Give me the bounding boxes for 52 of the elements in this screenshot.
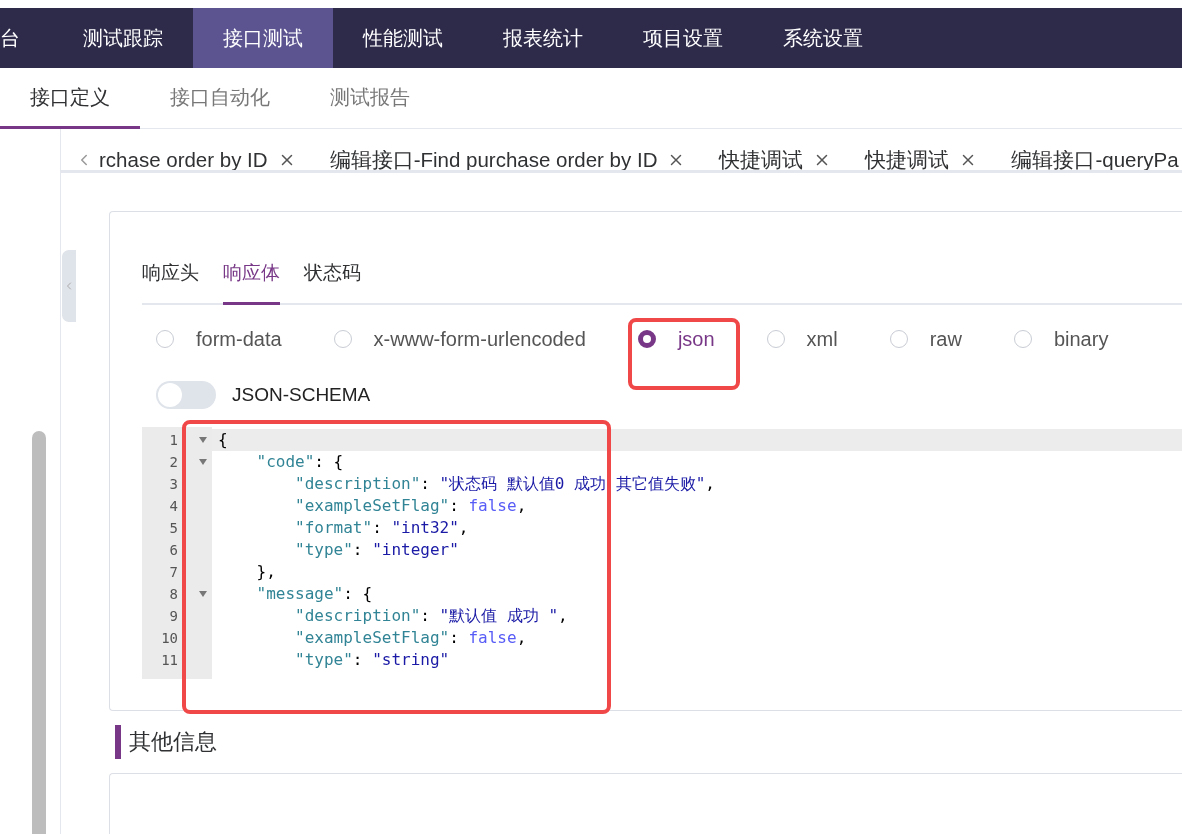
code-line: "type": "integer" bbox=[294, 539, 460, 561]
nav-tab[interactable]: 项目设置 bbox=[613, 8, 753, 68]
response-tab[interactable]: 响应体 bbox=[223, 256, 280, 305]
fold-icon[interactable] bbox=[198, 459, 208, 465]
fold-icon[interactable] bbox=[198, 437, 208, 443]
line-number: 3 bbox=[169, 476, 178, 492]
code-line: "exampleSetFlag": false, bbox=[294, 495, 528, 517]
nav-tab[interactable]: 台 bbox=[0, 8, 53, 68]
code-editor[interactable] bbox=[142, 427, 1182, 679]
radio-option[interactable]: x-www-form-urlencoded bbox=[333, 327, 586, 351]
line-number: 6 bbox=[169, 542, 178, 558]
code-line: "code": { bbox=[255, 451, 345, 473]
sub-nav-tab[interactable]: 接口定义 bbox=[0, 68, 140, 129]
line-number: 4 bbox=[169, 498, 178, 514]
radio-option[interactable]: binary bbox=[1013, 327, 1109, 351]
code-line: "type": "string" bbox=[294, 649, 451, 671]
toggle-switch[interactable] bbox=[156, 381, 216, 409]
section-marker bbox=[115, 725, 121, 759]
code-line: "message": { bbox=[255, 583, 374, 605]
nav-tab[interactable]: 报表统计 bbox=[473, 8, 613, 68]
radio-option[interactable]: xml bbox=[766, 327, 838, 351]
scrollbar[interactable] bbox=[32, 431, 46, 834]
editor-tab[interactable]: 快捷调试 bbox=[865, 150, 1012, 170]
line-number: 10 bbox=[161, 630, 178, 646]
code-line: "format": "int32", bbox=[294, 517, 470, 539]
radio-option[interactable]: raw bbox=[889, 327, 962, 351]
line-number: 2 bbox=[169, 454, 178, 470]
code-line: "description": "状态码 默认值0 成功 其它值失败", bbox=[294, 473, 716, 495]
radio-icon[interactable] bbox=[637, 330, 656, 348]
section-title: 其他信息 bbox=[129, 728, 217, 756]
toggle-label: JSON-SCHEMA bbox=[232, 384, 371, 406]
line-number: 7 bbox=[169, 564, 178, 580]
sub-nav-tab[interactable]: 接口自动化 bbox=[140, 68, 300, 129]
nav-tab[interactable]: 性能测试 bbox=[333, 8, 473, 68]
line-number: 9 bbox=[169, 608, 178, 624]
nav-tab[interactable]: 测试跟踪 bbox=[53, 8, 193, 68]
code-line: }, bbox=[255, 561, 277, 583]
code-line: "exampleSetFlag": false, bbox=[294, 627, 528, 649]
line-number: 11 bbox=[161, 652, 178, 668]
response-tab[interactable]: 响应头 bbox=[142, 256, 199, 305]
response-tab[interactable]: 状态码 bbox=[304, 256, 361, 305]
nav-tab[interactable]: 系统设置 bbox=[753, 8, 893, 68]
collapse-handle[interactable] bbox=[62, 250, 76, 322]
line-number: 8 bbox=[169, 586, 178, 602]
code-line: "description": "默认值 成功 ", bbox=[294, 605, 569, 627]
radio-option[interactable]: json bbox=[637, 327, 715, 351]
line-number: 5 bbox=[169, 520, 178, 536]
line-number: 1 bbox=[169, 432, 178, 448]
nav-tab[interactable]: 接口测试 bbox=[193, 8, 333, 68]
fold-icon[interactable] bbox=[198, 591, 208, 597]
sub-nav-tab[interactable]: 测试报告 bbox=[300, 68, 440, 129]
radio-option[interactable]: form-data bbox=[156, 327, 282, 351]
